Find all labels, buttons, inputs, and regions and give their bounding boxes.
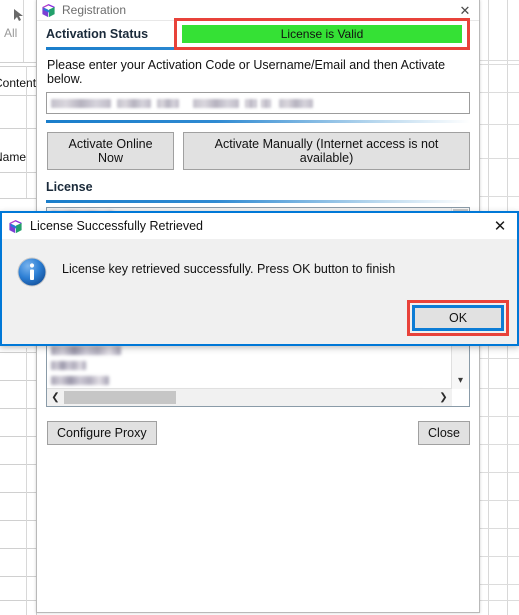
dialog-body: License key retrieved successfully. Pres… (2, 239, 517, 342)
background-name-label: Name (0, 150, 27, 164)
activation-status-row: Activation Status License is Valid (46, 18, 470, 50)
chevron-right-icon[interactable]: ❯ (435, 392, 452, 403)
activate-online-button[interactable]: Activate Online Now (47, 132, 175, 170)
ok-button[interactable]: OK (415, 308, 501, 328)
license-section-heading: License (46, 180, 93, 194)
license-section-head: License (46, 174, 470, 200)
close-button[interactable]: Close (418, 421, 470, 445)
activation-status-highlight: License is Valid (174, 18, 470, 50)
close-icon[interactable]: ✕ (491, 217, 509, 235)
registration-footer: Configure Proxy Close (46, 407, 470, 455)
activate-manually-button[interactable]: Activate Manually (Internet access is no… (183, 132, 470, 170)
license-retrieved-dialog: License Successfully Retrieved ✕ License… (0, 211, 519, 346)
activation-hint-text: Please enter your Activation Code or Use… (47, 58, 446, 86)
horizontal-scrollbar-thumb[interactable] (64, 391, 176, 404)
close-icon[interactable]: ✕ (457, 2, 473, 18)
registration-title: Registration (62, 3, 127, 17)
dialog-title: License Successfully Retrieved (30, 219, 203, 233)
info-icon (16, 256, 48, 288)
activate-buttons-row: Activate Online Now Activate Manually (I… (46, 123, 470, 174)
license-section-divider (46, 200, 470, 203)
horizontal-scrollbar[interactable]: ❮ ❯ (47, 388, 452, 406)
ok-button-focus-ring: OK (412, 305, 504, 331)
configure-proxy-button[interactable]: Configure Proxy (47, 421, 157, 445)
app-cube-icon (8, 219, 23, 234)
activation-code-input[interactable] (46, 92, 470, 114)
ok-button-highlight: OK (407, 300, 509, 336)
app-cube-icon (41, 3, 56, 18)
list-item[interactable] (47, 373, 452, 388)
dialog-message: License key retrieved successfully. Pres… (62, 262, 396, 276)
background-contents-label: Contents (0, 76, 37, 90)
list-item[interactable] (47, 358, 452, 373)
chevron-down-icon[interactable]: ▾ (452, 372, 469, 389)
dialog-titlebar: License Successfully Retrieved ✕ (2, 213, 517, 239)
screenshot-root: All Contents Name (0, 0, 519, 615)
chevron-left-icon[interactable]: ❮ (47, 392, 64, 403)
status-badge: License is Valid (182, 25, 462, 43)
background-all-label: All (4, 26, 18, 40)
activation-status-label: Activation Status (46, 27, 149, 41)
